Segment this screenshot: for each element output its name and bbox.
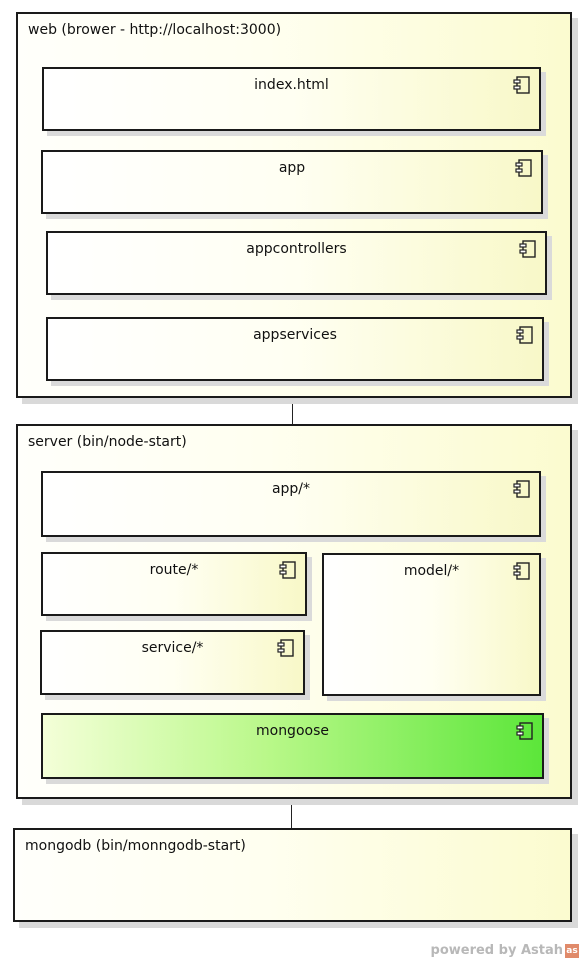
component-appservices[interactable]: appservices [46,317,544,381]
component-route[interactable]: route/* [41,552,307,616]
server-mongodb-connector [291,798,292,828]
component-label: appservices [253,327,337,343]
component-mongoose[interactable]: mongoose [41,713,544,779]
component-label: model/* [403,563,460,579]
component-label: appcontrollers [246,241,347,257]
uml-component-icon [516,326,533,344]
node-server-title: server (bin/node-start) [28,434,187,450]
node-server[interactable]: server (bin/node-start) app/* route/* mo… [16,424,572,799]
component-label: app [278,160,306,176]
astah-logo-icon: as [565,943,579,958]
component-label: index.html [254,77,329,93]
component-app-all[interactable]: app/* [41,471,541,537]
footer-text: powered by Astah [430,943,563,958]
uml-component-icon [277,639,294,657]
node-mongodb-title: mongodb (bin/monngodb-start) [25,838,246,854]
component-model[interactable]: model/* [322,553,541,696]
uml-component-icon [513,76,530,94]
uml-component-icon [513,480,530,498]
powered-by-footer: powered by Astah as [431,943,579,958]
component-label: app/* [271,481,311,497]
component-appcontrollers[interactable]: appcontrollers [46,231,547,295]
node-mongodb[interactable]: mongodb (bin/monngodb-start) [13,828,572,922]
component-service[interactable]: service/* [40,630,305,695]
node-web-title: web (brower - http://localhost:3000) [28,22,282,38]
component-index-html[interactable]: index.html [42,67,541,131]
uml-component-icon [513,562,530,580]
uml-component-icon [515,159,532,177]
component-label: mongoose [255,723,329,739]
web-server-connector [292,398,293,424]
component-label: route/* [149,562,199,578]
component-label: service/* [141,640,204,656]
uml-component-icon [519,240,536,258]
uml-component-icon [516,722,533,740]
uml-component-icon [279,561,296,579]
node-web[interactable]: web (brower - http://localhost:3000) ind… [16,12,572,398]
component-app[interactable]: app [41,150,543,214]
